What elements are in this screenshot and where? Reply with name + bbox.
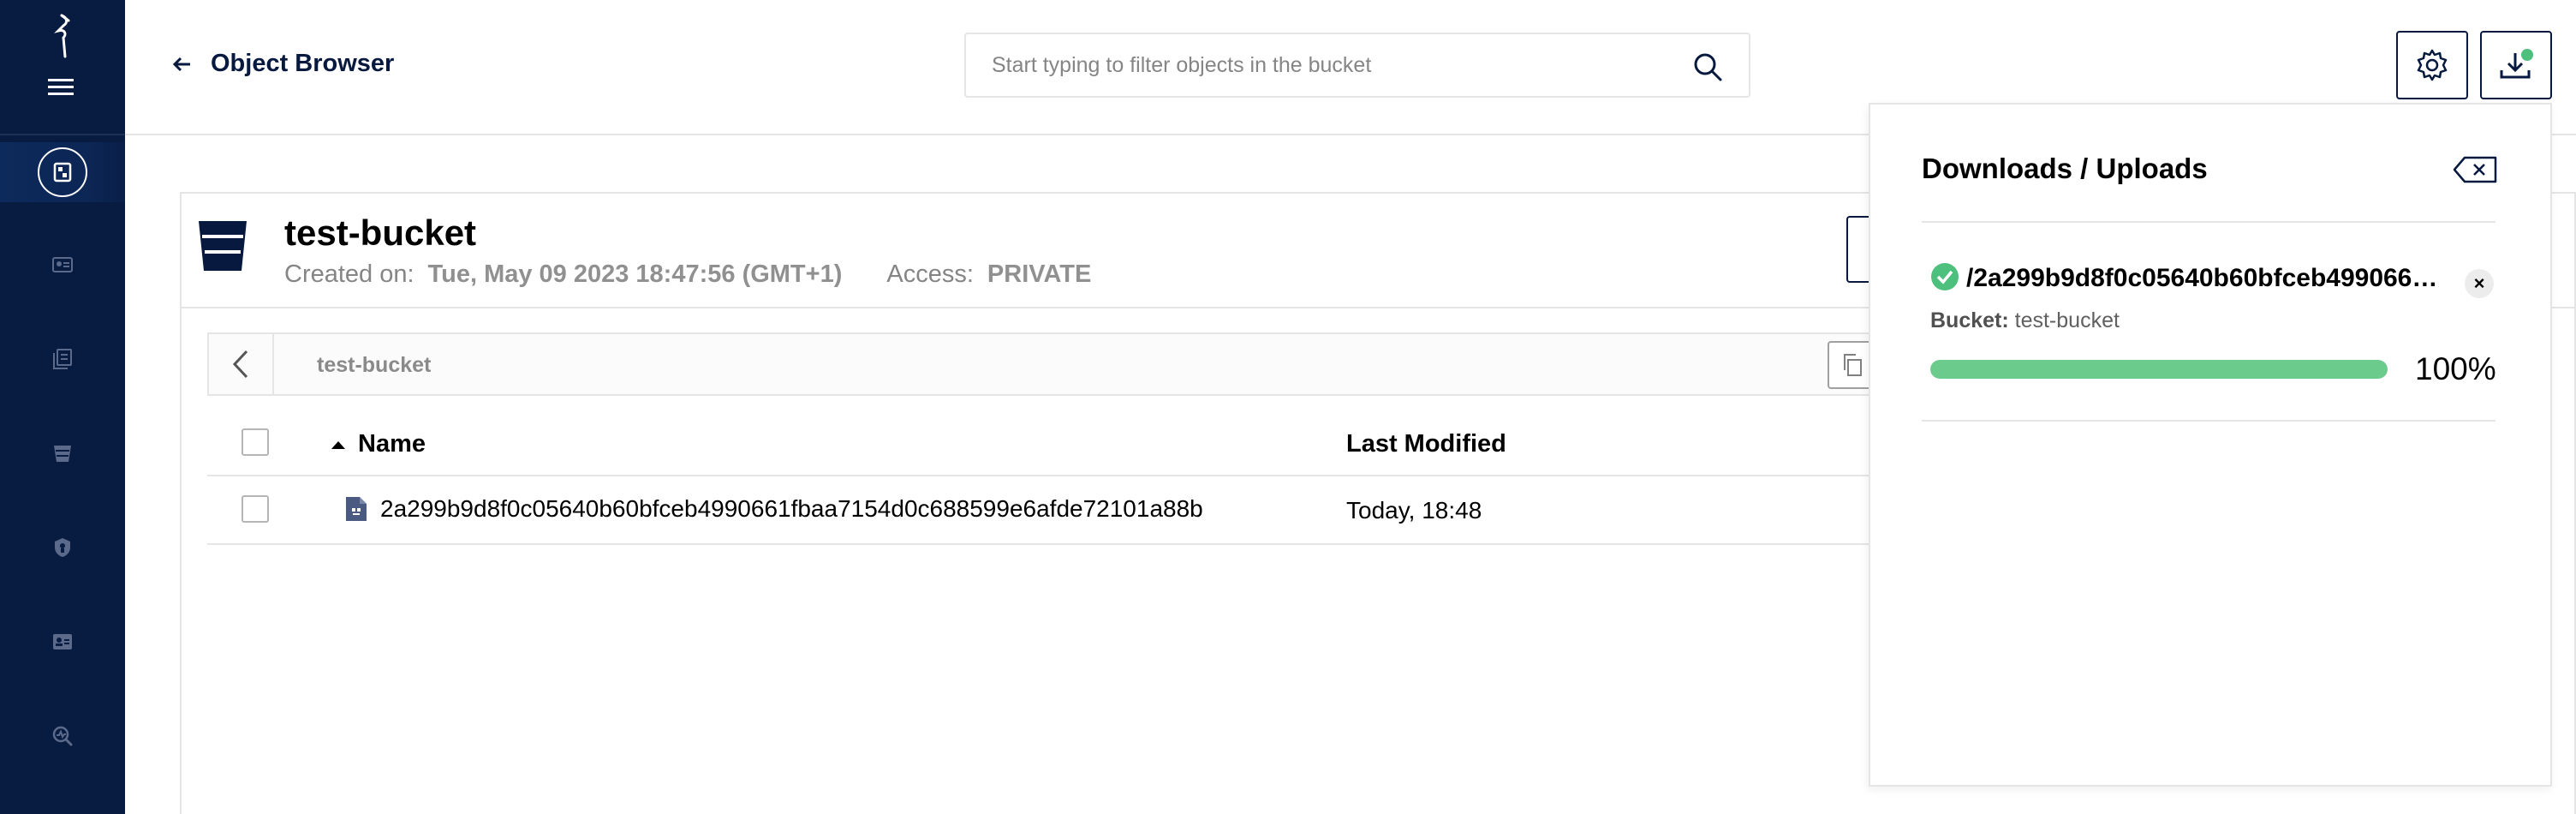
policies-icon [55, 538, 70, 557]
breadcrumb-back-button[interactable] [209, 334, 274, 394]
sidebar-item-buckets[interactable] [0, 423, 125, 483]
bucket-icon [199, 221, 247, 271]
search-box[interactable] [964, 33, 1750, 98]
minio-logo-icon[interactable] [46, 12, 80, 60]
sidebar-item-documentation[interactable] [0, 329, 125, 389]
search-icon[interactable] [1692, 51, 1723, 82]
sidebar-divider [0, 134, 125, 135]
notification-dot [2521, 49, 2533, 61]
sidebar-item-access-keys[interactable] [0, 235, 125, 295]
download-file-name: /2a299b9d8f0c05640b60bfceb4990661fbaa715… [1966, 264, 2446, 292]
file-icon [346, 497, 367, 521]
progress-fill [1930, 360, 2388, 379]
object-browser-icon [53, 162, 72, 183]
table-header: Name Last Modified [207, 411, 1920, 476]
access-keys-icon [52, 257, 73, 272]
access-label: Access: [886, 260, 974, 288]
active-indicator [38, 147, 87, 197]
table-row[interactable]: 2a299b9d8f0c05640b60bfceb4990661fbaa7154… [207, 476, 1920, 545]
progress-bar [1930, 360, 2388, 379]
gear-icon [2417, 49, 2448, 81]
bucket-meta: Created on: Tue, May 09 2023 18:47:56 (G… [284, 260, 1091, 289]
arrow-left-icon [173, 57, 190, 71]
settings-button[interactable] [2396, 31, 2468, 99]
sidebar-item-policies[interactable] [0, 518, 125, 578]
row-checkbox[interactable] [242, 495, 269, 523]
select-all-checkbox[interactable] [242, 428, 269, 456]
column-header-name[interactable]: Name [331, 430, 426, 458]
sidebar-item-object-browser[interactable] [0, 142, 125, 202]
monitoring-icon [52, 726, 73, 746]
search-input[interactable] [992, 34, 1677, 96]
copy-icon [1844, 354, 1862, 376]
object-name-cell[interactable]: 2a299b9d8f0c05640b60bfceb4990661fbaa7154… [344, 495, 1203, 523]
back-to-object-browser-link[interactable]: Object Browser [173, 50, 394, 78]
page-title: Object Browser [211, 50, 395, 77]
sidebar-item-monitoring[interactable] [0, 706, 125, 766]
sort-ascending-icon [331, 440, 345, 449]
breadcrumb-path: test-bucket [317, 353, 432, 377]
panel-title: Downloads / Uploads [1922, 153, 2208, 184]
created-value: Tue, May 09 2023 18:47:56 (GMT+1) [427, 260, 843, 288]
breadcrumb: test-bucket [207, 332, 1920, 396]
documentation-icon [53, 349, 72, 369]
check-circle-icon [1931, 263, 1959, 290]
sidebar-item-identity[interactable] [0, 612, 125, 672]
sidebar [0, 0, 125, 814]
download-icon [2500, 49, 2533, 79]
close-icon[interactable]: × [2465, 269, 2494, 298]
identity-icon [53, 634, 72, 649]
access-value: PRIVATE [987, 260, 1092, 288]
downloads-button[interactable] [2480, 31, 2552, 99]
clear-all-icon[interactable] [2453, 154, 2499, 185]
hamburger-menu-icon[interactable] [46, 75, 75, 99]
column-header-last-modified[interactable]: Last Modified [1346, 430, 1506, 458]
download-item: /2a299b9d8f0c05640b60bfceb4990661fbaa715… [1922, 223, 2496, 422]
bucket-name: test-bucket [284, 212, 477, 253]
chevron-left-icon [232, 350, 248, 379]
last-modified-cell: Today, 18:48 [1346, 497, 1482, 524]
progress-percent: 100% [2415, 351, 2496, 386]
created-label: Created on: [284, 260, 414, 288]
downloads-panel: Downloads / Uploads /2a299b9d8f0c05640b6… [1869, 103, 2552, 787]
download-bucket: Bucket: test-bucket [1930, 308, 2120, 332]
buckets-icon [54, 446, 71, 462]
